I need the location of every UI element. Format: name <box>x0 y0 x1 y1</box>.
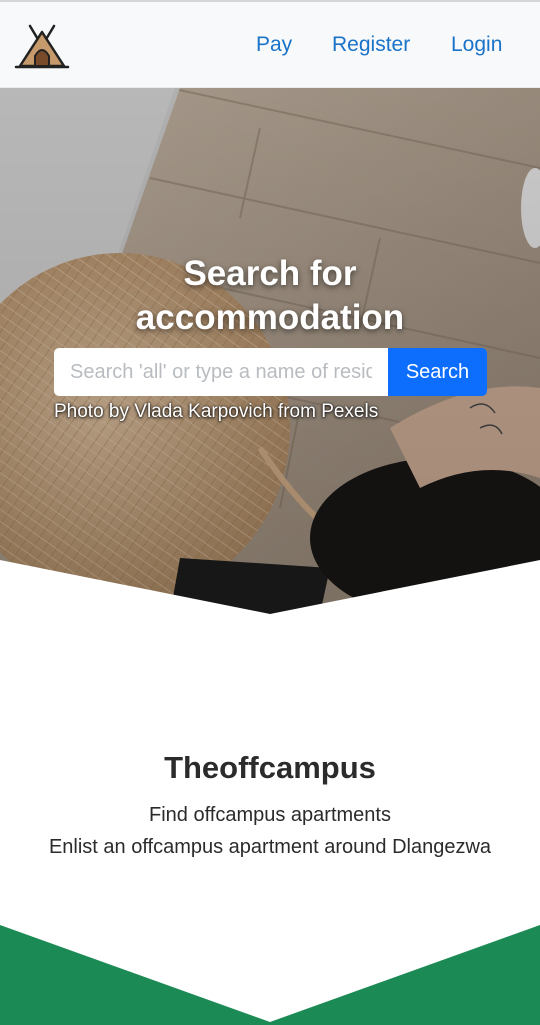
search-button[interactable]: Search <box>388 348 487 396</box>
tent-logo-icon[interactable] <box>14 22 70 70</box>
search-input[interactable] <box>54 348 388 396</box>
navbar: Pay Register Login <box>0 0 540 88</box>
nav-link-pay[interactable]: Pay <box>256 32 292 58</box>
search-group: Search <box>54 348 487 396</box>
about-section: Theoffcampus Find offcampus apartments E… <box>0 614 540 914</box>
hero-title-line-2: accommodation <box>135 298 405 337</box>
about-line-find: Find offcampus apartments <box>149 804 391 826</box>
hero-title-line-1: Search for <box>183 254 357 293</box>
nav-link-login[interactable]: Login <box>451 32 502 58</box>
about-line-enlist: Enlist an offcampus apartment around Dla… <box>48 836 492 858</box>
hero-title: Search for accommodation <box>0 252 540 340</box>
photo-credit: Photo by Vlada Karpovich from Pexels <box>54 401 379 422</box>
about-title: Theoffcampus <box>164 750 376 785</box>
footer-green-shape <box>0 925 540 1025</box>
nav-link-register[interactable]: Register <box>332 32 410 58</box>
hero-section: Search for accommodation Search Photo by… <box>0 88 540 614</box>
